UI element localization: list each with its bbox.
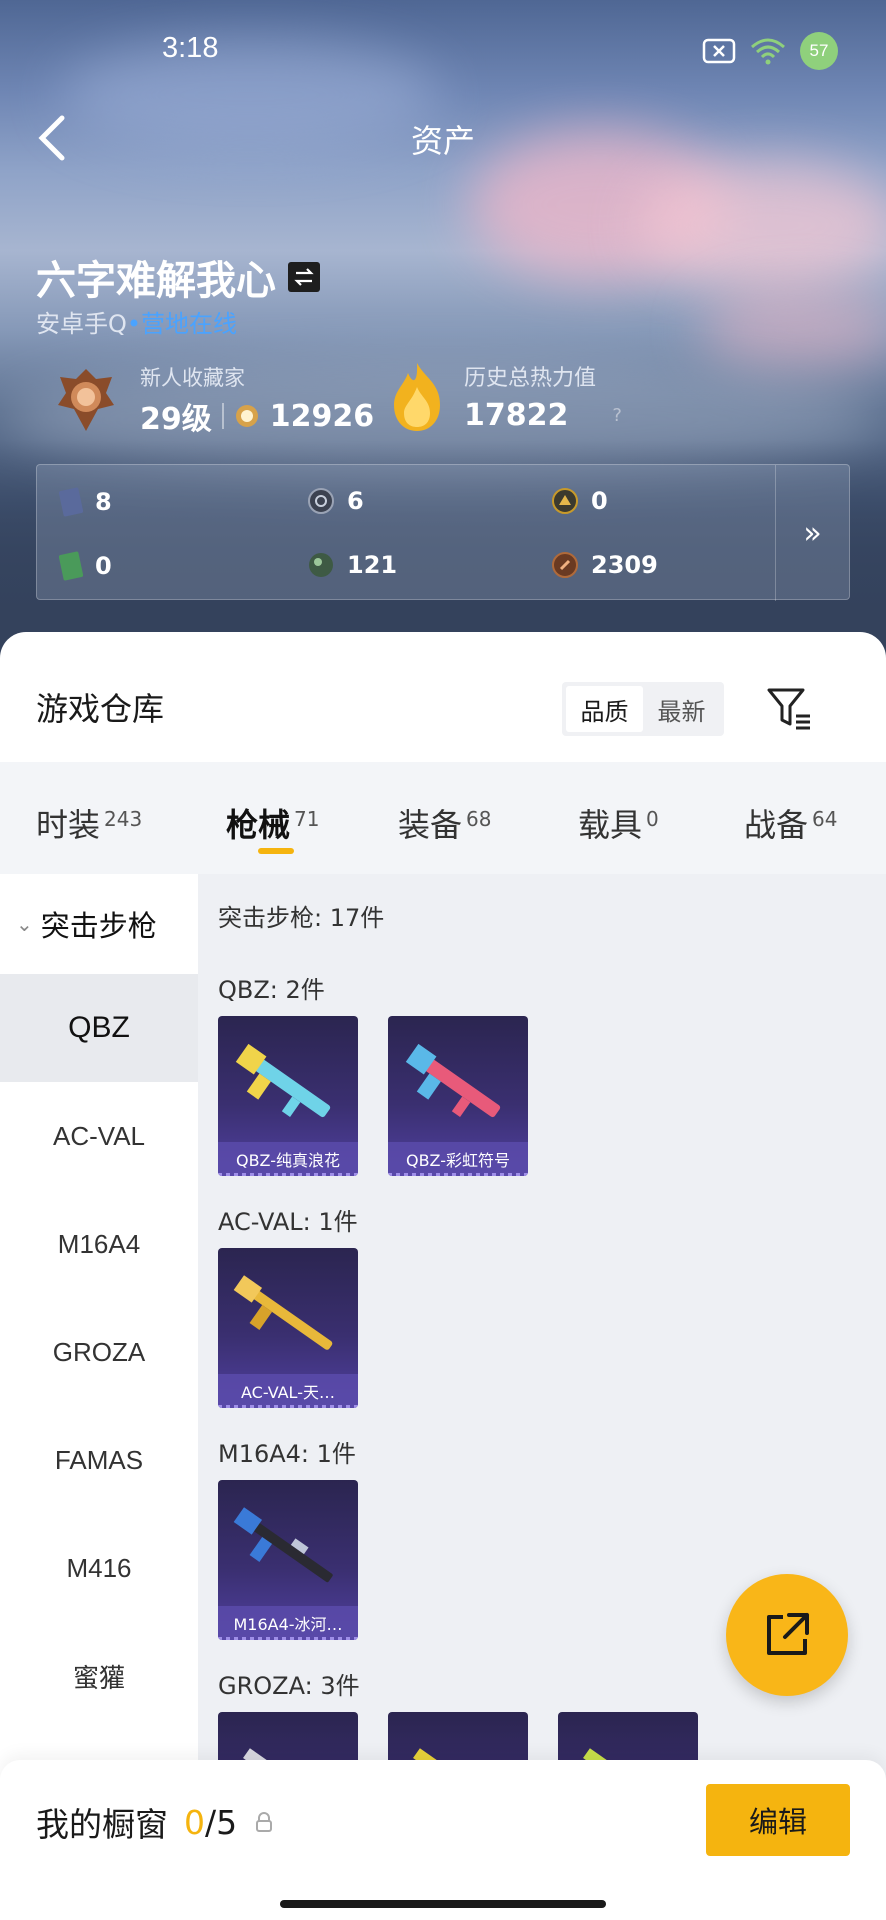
weapon-card-label: QBZ-彩虹符号 (388, 1142, 528, 1176)
green-card-icon (59, 551, 83, 581)
tab-equipment[interactable]: 装备 68 (398, 800, 491, 846)
chevron-down-icon: ⌄ (16, 912, 33, 936)
resource-green-orb: 121 (307, 551, 397, 579)
weapon-card-label: M16A4-冰河… (218, 1606, 358, 1640)
tab-supplies[interactable]: 战备 64 (744, 800, 837, 846)
username-row: 六字难解我心 (36, 248, 320, 306)
category-count: 突击步枪: 17件 (218, 904, 385, 932)
rifle-image (405, 1043, 501, 1118)
sidebar-item-famas[interactable]: FAMAS (0, 1406, 198, 1514)
status-bar: 3:18 57 (0, 32, 886, 72)
category-tabs: 时装 243 枪械 71 装备 68 载具 0 战备 64 (0, 762, 886, 874)
rifle-image (233, 1275, 333, 1350)
green-orb-icon (309, 553, 333, 577)
help-icon[interactable]: ? (612, 405, 622, 426)
sort-latest-button[interactable]: 最新 (643, 686, 720, 732)
sidebar-item-qbz[interactable]: QBZ (0, 974, 198, 1082)
resource-gold-token: 0 (551, 487, 608, 515)
username: 六字难解我心 (36, 258, 276, 304)
group-title-qbz: QBZ: 2件 (218, 976, 325, 1004)
weapon-card[interactable]: M16A4-冰河… (218, 1480, 358, 1640)
weapon-card-label: QBZ-纯真浪花 (218, 1142, 358, 1176)
status-time: 3:18 (162, 32, 219, 64)
group-title-groza: GROZA: 3件 (218, 1672, 360, 1700)
rank-badge-icon (58, 369, 114, 431)
showcase-count: 0/5 (184, 1802, 238, 1842)
account-subtitle: 安卓手Q•营地在线 (36, 304, 237, 339)
edit-button[interactable]: 编辑 (706, 1784, 850, 1856)
sidebar-group-assault-rifle[interactable]: ⌄ 突击步枪 (0, 874, 198, 974)
points-icon (235, 405, 258, 427)
sidebar-item-ac-val[interactable]: AC-VAL (0, 1082, 198, 1190)
battery-indicator: 57 (800, 32, 838, 70)
tab-vehicles[interactable]: 载具 0 (578, 800, 659, 846)
tab-weapons[interactable]: 枪械 71 (226, 800, 319, 846)
rifle-image (235, 1043, 331, 1118)
switch-account-icon[interactable] (288, 262, 320, 292)
warehouse-title: 游戏仓库 (36, 690, 165, 728)
heat-value: 17822 (464, 398, 569, 433)
group-title-m16a4: M16A4: 1件 (218, 1440, 356, 1468)
online-status: 营地在线 (141, 310, 238, 338)
no-sim-icon (702, 38, 736, 64)
heat-title: 历史总热力值 (464, 366, 597, 391)
sort-quality-button[interactable]: 品质 (566, 686, 643, 732)
rank-title: 新人收藏家 (140, 366, 245, 390)
collector-points: 12926 (269, 398, 375, 434)
resource-card: 8 (59, 487, 112, 517)
resources-panel[interactable]: 8 6 0 0 121 2309 » (36, 464, 850, 601)
sidebar-item-groza[interactable]: GROZA (0, 1298, 198, 1406)
home-indicator (280, 1900, 606, 1908)
profile-header: 3:18 57 资产 六字难解我心 安卓手Q•营地在线 新人收藏家 29级 12… (0, 0, 886, 660)
platform-label: 安卓手Q (36, 310, 127, 338)
rank-level: 29级 (140, 402, 212, 437)
showcase-bar: 我的橱窗 0/5 编辑 (0, 1760, 886, 1920)
lock-icon (256, 1812, 273, 1832)
gold-token-icon (552, 488, 578, 514)
sidebar-item-m16a4[interactable]: M16A4 (0, 1190, 198, 1298)
silver-coin-icon (308, 488, 334, 514)
resource-green-card: 0 (59, 551, 112, 581)
sort-toggle: 品质 最新 (562, 682, 724, 736)
group-title-ac-val: AC-VAL: 1件 (218, 1208, 358, 1236)
resource-silver-coin: 6 (307, 487, 364, 515)
flame-icon (394, 362, 440, 431)
active-tab-indicator (258, 848, 294, 854)
collector-rank[interactable]: 新人收藏家 29级 12926 (52, 362, 374, 438)
weapon-card[interactable]: QBZ-彩虹符号 (388, 1016, 528, 1176)
sidebar-item-honey-badger[interactable]: 蜜獾 (0, 1622, 198, 1730)
share-icon (767, 1613, 809, 1655)
resource-bronze-coin: 2309 (551, 551, 658, 579)
online-dot: • (126, 310, 142, 338)
share-button[interactable] (726, 1574, 848, 1696)
wifi-icon (751, 38, 785, 65)
weapon-card[interactable]: AC-VAL-天… (218, 1248, 358, 1408)
page-title: 资产 (410, 122, 475, 160)
resources-more-button[interactable]: » (775, 465, 849, 601)
sidebar-item-m416[interactable]: M416 (0, 1514, 198, 1622)
bronze-coin-icon (552, 552, 578, 578)
warehouse-sheet: 游戏仓库 品质 最新 时装 243 枪械 71 装备 68 载具 0 战备 64 ⌄ 突击… (0, 632, 886, 1920)
heat-value-block[interactable]: 历史总热力值 17822 ? (388, 360, 622, 433)
tab-fashion[interactable]: 时装 243 (36, 800, 142, 846)
weapon-card[interactable]: QBZ-纯真浪花 (218, 1016, 358, 1176)
filter-icon[interactable] (766, 686, 814, 732)
showcase-title: 我的橱窗 (36, 1805, 168, 1844)
rifle-image (233, 1507, 333, 1583)
weapon-card-label: AC-VAL-天… (218, 1374, 358, 1408)
card-icon (59, 487, 83, 517)
